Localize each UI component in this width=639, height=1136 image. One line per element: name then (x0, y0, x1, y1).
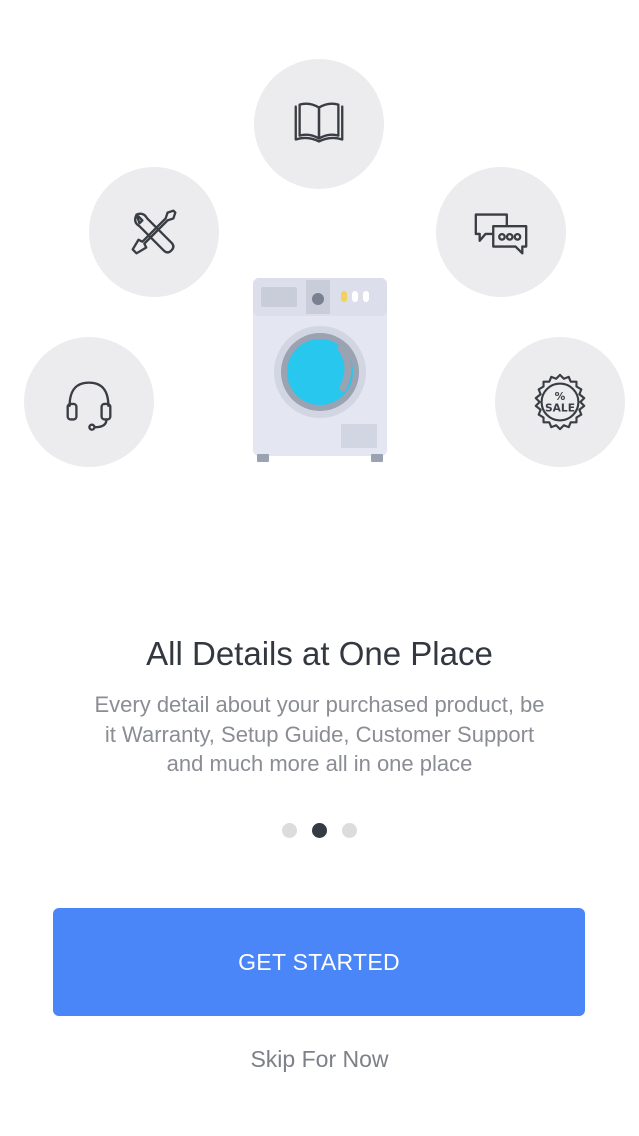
sale-tag-icon-circle: % SALE (495, 337, 625, 467)
chat-icon-circle (436, 167, 566, 297)
tools-icon (131, 209, 177, 255)
page-dot-2-active[interactable] (312, 823, 327, 838)
description-line: and much more all in one place (166, 751, 473, 776)
sale-tag-icon: % SALE (534, 373, 586, 431)
page-dot-3[interactable] (342, 823, 357, 838)
book-icon (294, 102, 344, 143)
page-description: Every detail about your purchased produc… (60, 690, 579, 779)
book-icon-circle (254, 59, 384, 189)
page-title: All Details at One Place (146, 635, 493, 672)
onboarding-illustration: % SALE (0, 0, 639, 480)
chat-icon (474, 213, 528, 255)
description-line: it Warranty, Setup Guide, Customer Suppo… (104, 721, 535, 747)
washing-machine-icon (253, 278, 387, 462)
page-dot-1[interactable] (282, 823, 297, 838)
sale-tag-text: SALE (545, 402, 575, 415)
skip-for-now-link[interactable]: Skip For Now (0, 1046, 639, 1073)
tools-icon-circle (89, 167, 219, 297)
headset-icon-circle (24, 337, 154, 467)
headset-icon (66, 381, 112, 431)
page-indicator (0, 823, 639, 838)
get-started-button[interactable]: GET STARTED (53, 908, 585, 1016)
description-line: Every detail about your purchased produc… (94, 692, 545, 717)
